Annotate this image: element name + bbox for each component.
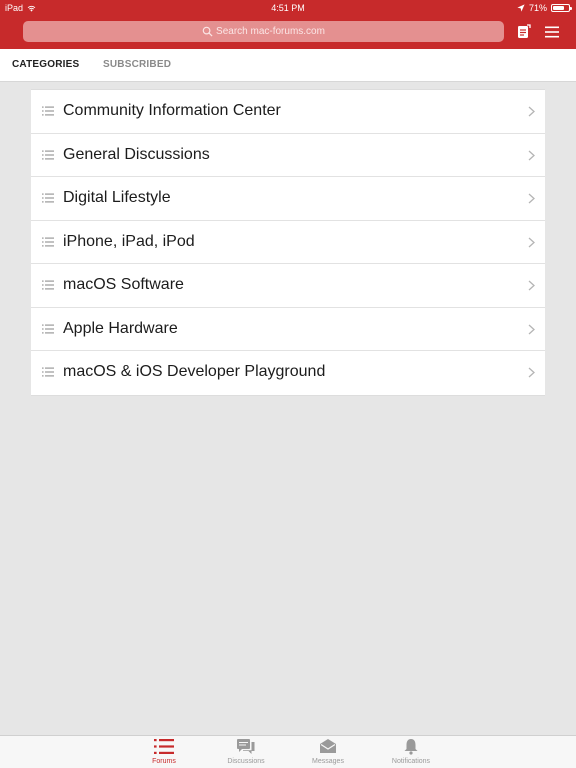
list-icon (42, 367, 54, 377)
top-navigation-bar: iPad 4:51 PM 71% Search mac-forums.com (0, 0, 576, 49)
chevron-right-icon (528, 280, 535, 291)
bottom-tab-notifications[interactable]: Notifications (376, 738, 446, 765)
list-icon (42, 237, 54, 246)
location-arrow-icon (517, 4, 525, 12)
forum-row[interactable]: Apple Hardware (31, 308, 545, 351)
forum-row-label: Digital Lifestyle (63, 189, 171, 206)
chevron-right-icon (528, 324, 535, 334)
forum-row[interactable]: macOS & iOS Developer Playground (31, 351, 545, 395)
envelope-icon (293, 738, 363, 755)
battery-level (553, 6, 564, 10)
forum-row[interactable]: macOS Software (31, 264, 545, 308)
forum-row-label: Apple Hardware (63, 319, 178, 337)
battery-icon (551, 4, 572, 12)
forum-category-list: Community Information Center General Disc… (31, 89, 545, 396)
segment-tabs: CATEGORIES SUBSCRIBED (0, 49, 576, 82)
bottom-tab-messages[interactable]: Messages (293, 738, 363, 765)
new-post-icon[interactable] (517, 24, 531, 39)
chevron-right-icon (528, 367, 535, 378)
forum-row[interactable]: Community Information Center (31, 90, 545, 134)
status-bar: iPad 4:51 PM 71% (0, 0, 576, 16)
discussions-icon (211, 738, 281, 755)
chevron-right-icon (528, 150, 535, 160)
status-time: 4:51 PM (271, 3, 305, 13)
list-icon (42, 193, 54, 203)
battery-percentage: 71% (528, 3, 547, 13)
forum-row-label: iPhone, iPad, iPod (63, 232, 195, 250)
menu-icon[interactable] (545, 26, 559, 38)
search-icon (202, 26, 213, 37)
bottom-tab-label: Notifications (391, 758, 431, 765)
list-icon (42, 150, 54, 159)
list-icon (42, 280, 54, 290)
list-icon (129, 738, 199, 755)
bottom-tab-label: Forums (152, 758, 176, 765)
bell-icon (376, 738, 446, 755)
forum-row-label: General Discussions (63, 145, 210, 163)
forum-row-label: macOS & iOS Developer Playground (63, 363, 326, 380)
forum-row-label: Community Information Center (63, 102, 281, 119)
bottom-tab-discussions[interactable]: Discussions (211, 738, 281, 765)
forum-row-label: macOS Software (63, 276, 184, 293)
chevron-right-icon (528, 237, 535, 247)
tab-subscribed[interactable]: SUBSCRIBED (103, 59, 171, 70)
forum-row[interactable]: General Discussions (31, 134, 545, 177)
tab-categories[interactable]: CATEGORIES (12, 59, 79, 70)
forum-row[interactable]: Digital Lifestyle (31, 177, 545, 221)
bottom-tab-label: Messages (312, 758, 344, 765)
chevron-right-icon (528, 106, 535, 117)
bottom-tab-bar: Forums Discussions Messages Notifications (0, 735, 576, 768)
list-icon (42, 106, 54, 116)
search-bar[interactable]: Search mac-forums.com (23, 21, 504, 42)
bottom-tab-label: Discussions (227, 758, 265, 765)
list-icon (42, 324, 54, 333)
chevron-right-icon (528, 193, 535, 204)
search-placeholder: Search mac-forums.com (216, 26, 325, 37)
bottom-tab-forums[interactable]: Forums (129, 738, 199, 765)
forum-row[interactable]: iPhone, iPad, iPod (31, 221, 545, 264)
